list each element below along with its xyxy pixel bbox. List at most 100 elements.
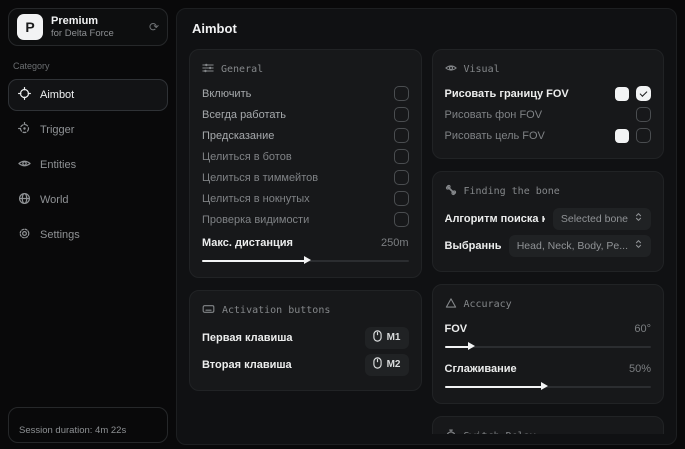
left-column: General Включить Всегда работать Предска… <box>189 49 422 391</box>
setting-label: Рисовать цель FOV <box>445 130 545 142</box>
fov-border-color-swatch[interactable] <box>615 87 629 101</box>
section-title: Visual <box>464 64 500 75</box>
section-title: General <box>221 64 263 75</box>
setting-row: Всегда работать <box>202 104 409 125</box>
enable-checkbox[interactable] <box>394 86 409 101</box>
max-distance-slider[interactable] <box>202 256 409 265</box>
key-label: M2 <box>387 359 401 370</box>
setting-label: Алгоритм поиска кости <box>445 213 545 225</box>
setting-label: Сглаживание <box>445 363 517 375</box>
mouse-icon <box>373 330 382 345</box>
setting-row: Вторая клавиша M2 <box>202 351 409 378</box>
setting-label: Целиться в тиммейтов <box>202 172 318 184</box>
sidebar-item-label: Entities <box>40 159 76 171</box>
fov-slider[interactable] <box>445 342 652 351</box>
general-card: General Включить Всегда работать Предска… <box>189 49 422 278</box>
key-label: M1 <box>387 332 401 343</box>
setting-row: Рисовать цель FOV <box>445 125 652 146</box>
brand-logo: P <box>17 14 43 40</box>
sidebar-item-world[interactable]: World <box>8 184 168 216</box>
category-label: Category <box>13 61 163 71</box>
section-title: Activation buttons <box>222 305 330 316</box>
sidebar-item-label: Settings <box>40 229 80 241</box>
setting-label: Рисовать границу FOV <box>445 88 569 100</box>
switch-delay-card: Switch Delay Задержка переключения Задер… <box>432 416 665 434</box>
sidebar-item-trigger[interactable]: Trigger <box>8 114 168 146</box>
setting-row: Рисовать фон FOV <box>445 104 652 125</box>
target-bots-checkbox[interactable] <box>394 149 409 164</box>
slider-thumb[interactable] <box>304 256 311 264</box>
target-teammates-checkbox[interactable] <box>394 170 409 185</box>
brand-text: Premium for Delta Force <box>51 15 141 40</box>
session-duration-text: Session duration: 4m 22s <box>19 425 126 436</box>
always-work-checkbox[interactable] <box>394 107 409 122</box>
sidebar-item-settings[interactable]: Settings <box>8 219 168 251</box>
setting-label: Вторая клавиша <box>202 359 292 371</box>
main-panel: Aimbot General Включить <box>176 8 677 445</box>
finding-bone-card: Finding the bone Алгоритм поиска кости S… <box>432 171 665 272</box>
setting-label: Макс. дистанция <box>202 237 293 249</box>
setting-row: Целиться в ботов <box>202 146 409 167</box>
activation-buttons-card: Activation buttons Первая клавиша M1 Вто… <box>189 290 422 391</box>
visual-card: Visual Рисовать границу FOV Рисовать фон… <box>432 49 665 159</box>
unfold-icon <box>634 212 643 225</box>
brand-title: Premium <box>51 15 141 28</box>
gear-icon <box>18 227 31 243</box>
setting-row: Макс. дистанция 250m <box>202 232 409 253</box>
slider-thumb[interactable] <box>541 382 548 390</box>
second-key-bind-button[interactable]: M2 <box>365 354 409 376</box>
globe-icon <box>18 192 31 208</box>
app-window: P Premium for Delta Force ⟳ Category Aim… <box>0 0 685 449</box>
setting-row: Сглаживание 50% <box>445 358 652 379</box>
setting-label: Целиться в нокнутых <box>202 193 310 205</box>
sidebar-nav: Aimbot Trigger Entities World <box>8 79 168 251</box>
setting-label: Предсказание <box>202 130 274 142</box>
eye-icon <box>18 157 31 173</box>
sidebar-item-entities[interactable]: Entities <box>8 149 168 181</box>
selected-bones-dropdown[interactable]: Head, Neck, Body, Pe... <box>509 235 651 257</box>
slider-thumb[interactable] <box>468 342 475 350</box>
setting-label: Рисовать фон FOV <box>445 109 543 121</box>
first-key-bind-button[interactable]: M1 <box>365 327 409 349</box>
dropdown-value: Head, Neck, Body, Pe... <box>517 240 628 252</box>
setting-row: Целиться в нокнутых <box>202 188 409 209</box>
sidebar-item-label: Trigger <box>40 124 74 136</box>
setting-label: Выбранные кости <box>445 240 501 252</box>
target-knocked-checkbox[interactable] <box>394 191 409 206</box>
smoothing-slider[interactable] <box>445 382 652 391</box>
brand-subtitle: for Delta Force <box>51 28 141 39</box>
setting-row: Выбранные кости Head, Neck, Body, Pe... <box>445 232 652 259</box>
setting-row: Проверка видимости <box>202 209 409 230</box>
section-title: Accuracy <box>464 299 512 310</box>
dropdown-value: Selected bone <box>561 213 628 225</box>
sync-icon[interactable]: ⟳ <box>149 20 159 34</box>
draw-fov-target-checkbox[interactable] <box>636 128 651 143</box>
session-duration-card: Session duration: 4m 22s <box>8 407 168 443</box>
visibility-check-checkbox[interactable] <box>394 212 409 227</box>
mouse-icon <box>373 357 382 372</box>
setting-label: FOV <box>445 323 468 335</box>
setting-row: FOV 60° <box>445 318 652 339</box>
setting-label: Всегда работать <box>202 109 286 121</box>
setting-row: Целиться в тиммейтов <box>202 167 409 188</box>
setting-row: Алгоритм поиска кости Selected bone <box>445 205 652 232</box>
setting-label: Первая клавиша <box>202 332 293 344</box>
brand-card: P Premium for Delta Force ⟳ <box>8 8 168 46</box>
sidebar-item-label: World <box>40 194 69 206</box>
fov-target-color-swatch[interactable] <box>615 129 629 143</box>
setting-value: 60° <box>634 323 651 335</box>
setting-value: 250m <box>381 237 409 249</box>
bone-icon <box>445 184 457 199</box>
sidebar-item-aimbot[interactable]: Aimbot <box>8 79 168 111</box>
setting-row: Первая клавиша M1 <box>202 324 409 351</box>
setting-row: Предсказание <box>202 125 409 146</box>
draw-fov-border-checkbox[interactable] <box>636 86 651 101</box>
eye-icon <box>445 62 457 77</box>
keyboard-icon <box>202 303 215 318</box>
draw-fov-background-checkbox[interactable] <box>636 107 651 122</box>
setting-label: Включить <box>202 88 251 100</box>
accuracy-card: Accuracy FOV 60° Сглаживание 50% <box>432 284 665 404</box>
prediction-checkbox[interactable] <box>394 128 409 143</box>
crosshair-icon <box>18 87 31 103</box>
bone-search-algorithm-dropdown[interactable]: Selected bone <box>553 208 651 230</box>
